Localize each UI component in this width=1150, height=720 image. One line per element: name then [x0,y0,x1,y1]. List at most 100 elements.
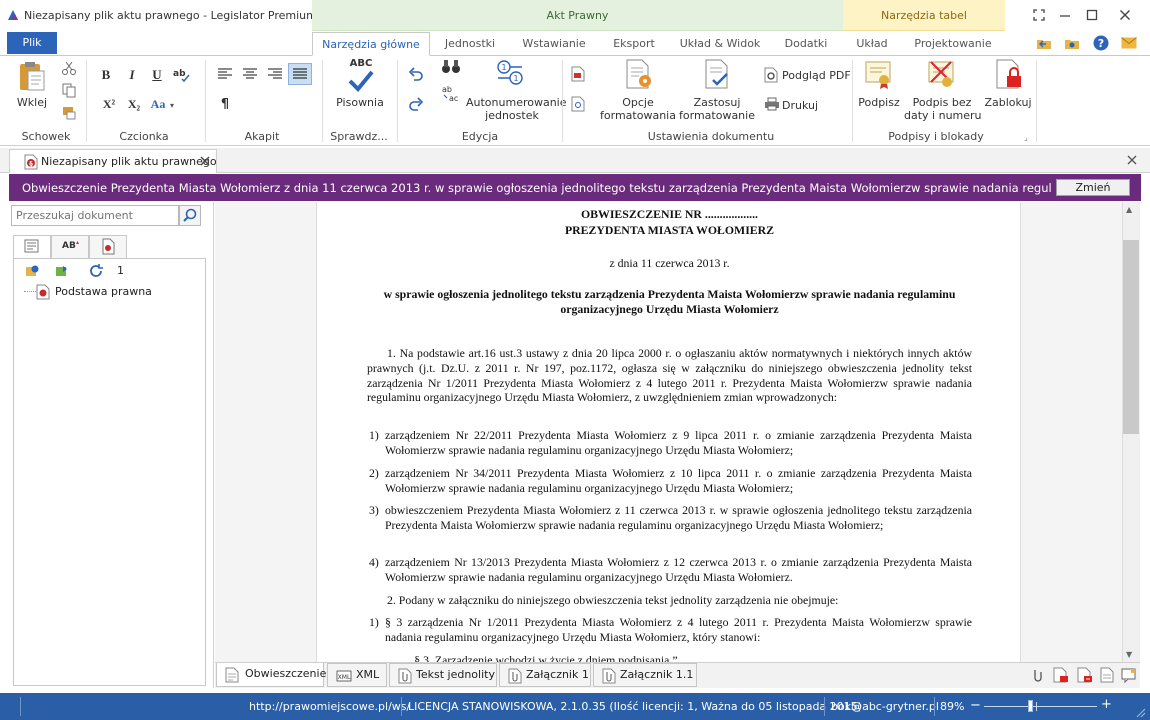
format-painter-icon[interactable] [61,104,77,120]
spellcheck-small-icon[interactable]: ab [173,66,191,82]
resize-grip-icon[interactable] [1134,706,1146,718]
spelling-label[interactable]: Pisownia [330,96,390,109]
subscript-button[interactable]: X₂ [124,97,144,112]
underline-button[interactable]: U [149,67,165,83]
zoom-in-icon[interactable]: + [1101,698,1112,711]
zoom-out-icon[interactable]: − [970,699,981,712]
tree-item-podstawa-prawna[interactable]: Podstawa prawna [55,285,152,298]
align-right-icon[interactable] [267,67,283,81]
tab-tekst-jednolity[interactable]: Tekst jednolity [389,663,497,687]
scroll-down-icon[interactable]: ▼ [1126,650,1132,659]
print-icon[interactable] [764,97,780,111]
expand-all-icon[interactable] [24,264,40,278]
scrollbar-thumb[interactable] [1123,240,1139,434]
dialog-launcher-icon[interactable]: ⌟ [1024,133,1028,142]
document-page[interactable]: OBWIESZCZENIE NR .................. PREZ… [316,202,1021,662]
document-red-icon[interactable] [571,66,585,82]
bold-button[interactable]: B [98,67,114,83]
collapse-all-icon[interactable] [54,264,70,278]
sign-certificate-icon[interactable] [864,58,894,90]
help-icon[interactable]: ? [1093,35,1109,51]
close-button[interactable] [1116,6,1134,24]
folder-back-icon[interactable] [1036,35,1052,51]
spelling-check-icon[interactable] [348,70,374,92]
tab-attachments[interactable] [89,235,127,259]
folder-settings-icon[interactable] [1064,35,1080,51]
tab-text-search[interactable]: AB ▴ [51,235,89,259]
tab-projektowanie[interactable]: Projektowanie [910,32,996,56]
tab-eksport[interactable]: Eksport [606,32,662,56]
zoom-slider-thumb[interactable] [1028,700,1033,712]
tab-jednostki[interactable]: Jednostki [436,32,504,56]
tab-structure[interactable] [13,235,51,259]
format-options-icon[interactable] [624,58,654,90]
tab-zalacznik-1-1[interactable]: Załącznik 1.1 [593,663,697,687]
minimize-button[interactable] [1056,6,1074,24]
status-url[interactable]: http://prawomiejscowe.pl/ws/ [249,700,410,713]
align-center-icon[interactable] [242,67,258,81]
italic-button[interactable]: I [124,67,140,83]
mail-icon[interactable] [1121,36,1137,50]
group-label-ustawienia-dokumentu: Ustawienia dokumentu [647,130,775,143]
chevron-down-icon[interactable]: ▾ [170,101,174,110]
autonumbering-label-1[interactable]: Autonumerowanie [466,96,567,109]
maximize-button[interactable] [1083,6,1101,24]
tab-zalacznik-1[interactable]: Załącznik 1 [499,663,591,687]
paste-label[interactable]: Wklej [10,96,54,109]
pilcrow-button[interactable]: ¶ [217,97,233,112]
pdf-preview-icon[interactable] [764,67,778,83]
format-options-label-1[interactable]: Opcje [598,96,678,109]
tab-uklad-tabeli[interactable]: Układ [848,32,896,56]
print-label[interactable]: Drukuj [782,99,818,112]
undo-icon[interactable] [408,66,424,82]
document-search-icon[interactable] [571,96,585,112]
refresh-icon[interactable] [88,263,104,279]
change-title-button[interactable]: Zmień [1056,179,1130,196]
apply-format-label-1[interactable]: Zastosuj [676,96,758,109]
tab-narzedzia-glowne[interactable]: Narzędzia główne [312,32,430,56]
comment-icon[interactable] [1121,667,1137,683]
copy-icon[interactable] [61,82,77,98]
paste-icon[interactable] [17,60,47,92]
tab-xml[interactable]: XML XML [327,663,387,687]
document-tab[interactable]: § Niezapisany plik aktu prawnego [9,149,217,173]
add-attachment-icon[interactable] [1031,667,1045,683]
tab-dodatki[interactable]: Dodatki [778,32,834,56]
sign-no-date-label-2[interactable]: daty i numeru [904,109,982,122]
autonumbering-label-2[interactable]: jednostek [466,109,558,122]
cut-icon[interactable] [61,60,77,76]
apply-format-label-2[interactable]: formatowanie [676,109,758,122]
attachment-doc-icon[interactable] [1100,667,1114,683]
scroll-up-icon[interactable]: ▲ [1126,205,1132,214]
autonumbering-icon[interactable]: 11 [494,58,528,90]
fullscreen-icon[interactable] [1030,6,1048,24]
close-all-icon[interactable] [1126,154,1138,166]
sign-label[interactable]: Podpisz [856,96,902,109]
tab-uklad-widok[interactable]: Układ & Widok [678,32,762,56]
zoom-slider-track[interactable] [984,706,1097,707]
remove-attachment-icon[interactable] [1053,667,1069,683]
tab-obwieszczenie[interactable]: Obwieszczenie [216,663,326,687]
change-case-button[interactable]: Aa [148,97,168,112]
tab-wstawianie[interactable]: Wstawianie [518,32,590,56]
apply-format-icon[interactable] [703,58,733,90]
lock-label[interactable]: Zablokuj [982,96,1034,109]
align-left-icon[interactable] [217,67,233,81]
replace-icon[interactable]: ab ac [441,84,461,102]
status-email[interactable]: bok@abc-grytner.pl [831,700,939,713]
close-tab-icon[interactable] [199,155,211,167]
attachment-settings-icon[interactable] [1077,667,1093,683]
redo-icon[interactable] [408,96,424,112]
zoom-slider-center-tick [1036,702,1037,711]
superscript-button[interactable]: X² [99,97,119,112]
pdf-preview-label[interactable]: Podgląd PDF [782,69,851,82]
search-document-input[interactable] [11,205,179,226]
lock-icon[interactable] [994,58,1024,90]
find-binoculars-icon[interactable] [441,58,461,74]
search-button[interactable] [179,205,201,226]
align-justify-button[interactable] [288,63,312,85]
sign-no-date-icon[interactable] [927,58,957,90]
file-menu-button[interactable]: Plik [7,32,57,54]
sign-no-date-label-1[interactable]: Podpis bez [904,96,980,109]
format-options-label-2[interactable]: formatowania [598,109,678,122]
